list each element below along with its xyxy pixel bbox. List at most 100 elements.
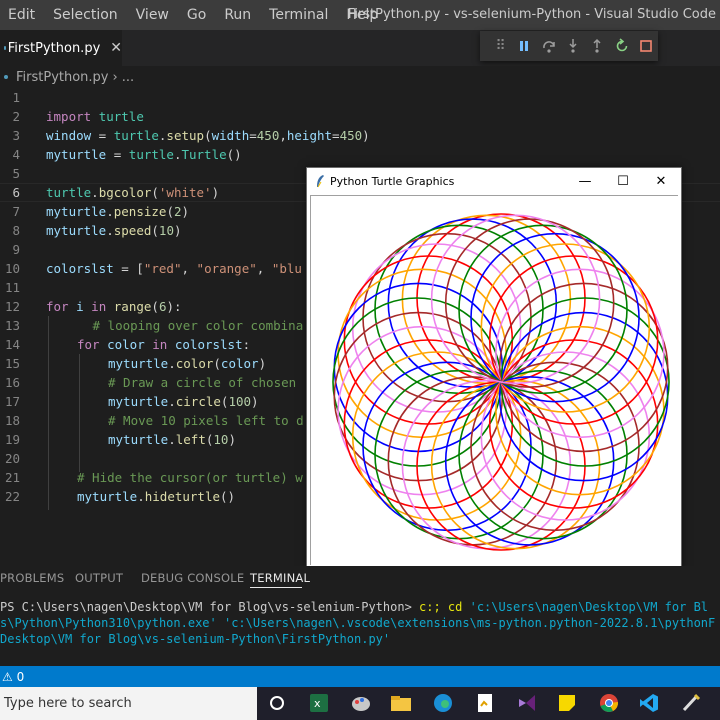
code-token: 10 (213, 432, 229, 447)
code-token: Turtle (181, 147, 227, 162)
code-token: () (226, 147, 242, 162)
code-line[interactable]: 1 (0, 88, 720, 107)
code-token: 450 (256, 128, 280, 143)
debug-toolbar: ⠿ (480, 31, 658, 61)
code-token: "orange" (196, 261, 257, 276)
restart-button[interactable] (609, 35, 633, 57)
code-text: import turtle (46, 109, 144, 124)
maximize-button[interactable]: ☐ (603, 168, 643, 194)
turtle-graphics-window[interactable]: Python Turtle Graphics — ☐ ✕ (306, 167, 682, 567)
line-number: 21 (4, 470, 20, 485)
window-title: FirstPython.py - vs-selenium-Python - Vi… (347, 7, 716, 22)
menu-terminal[interactable]: Terminal (260, 7, 337, 23)
tab-debug-console[interactable]: DEBUG CONSOLE (141, 571, 244, 585)
code-text: myturtle.left(10) (108, 432, 236, 447)
code-text: myturtle.hideturtle() (77, 489, 235, 504)
breadcrumb-more[interactable]: ... (122, 70, 134, 85)
menu-go[interactable]: Go (178, 7, 215, 23)
terminal-arg: 'c:\Users\nagen\Desktop\VM for Bl (469, 600, 709, 614)
taskbar-search-box[interactable]: Type here to search (0, 687, 257, 720)
code-token: 'white' (158, 185, 212, 200)
code-token: ( (213, 356, 221, 371)
svg-text:x: x (314, 697, 321, 710)
paint-icon[interactable] (350, 692, 372, 714)
visual-studio-icon[interactable] (516, 692, 538, 714)
code-token: 2 (173, 204, 182, 219)
code-token: "red" (143, 261, 182, 276)
code-text: for color in colorslst: (77, 337, 250, 352)
code-token: pensize (113, 204, 167, 219)
breadcrumb-file[interactable]: FirstPython.py (16, 70, 109, 85)
code-token: . (106, 204, 114, 219)
turtle-title-bar[interactable]: Python Turtle Graphics — ☐ ✕ (307, 168, 681, 194)
code-token: = [ (113, 261, 144, 276)
terminal-output[interactable]: PS C:\Users\nagen\Desktop\VM for Blog\vs… (0, 596, 720, 666)
step-over-button[interactable] (537, 35, 561, 57)
step-into-button[interactable] (561, 35, 585, 57)
menu-selection[interactable]: Selection (44, 7, 127, 23)
tab-firstpython[interactable]: FirstPython.py ✕ (0, 30, 122, 66)
chrome-icon[interactable] (598, 692, 620, 714)
code-token: ) (362, 128, 370, 143)
task-view-icon[interactable] (266, 692, 288, 714)
menu-run[interactable]: Run (215, 7, 260, 23)
document-icon[interactable] (474, 692, 496, 714)
line-number: 6 (12, 185, 20, 200)
code-text: # Move 10 pixels left to d (108, 413, 304, 428)
sticky-notes-icon[interactable] (556, 692, 578, 714)
tab-terminal[interactable]: TERMINAL (250, 571, 310, 585)
line-number: 4 (12, 147, 20, 162)
code-text: window = turtle.setup(width=450,height=4… (46, 128, 370, 143)
code-token: width (211, 128, 250, 143)
tab-close-icon[interactable]: ✕ (110, 40, 122, 56)
code-text: # Hide the cursor(or turtle) w (77, 470, 303, 485)
code-token: # looping over color combina (92, 318, 304, 333)
breadcrumb-separator: › (112, 69, 118, 85)
line-number: 11 (4, 280, 20, 295)
code-line[interactable]: 3 window = turtle.setup(width=450,height=… (0, 126, 720, 145)
code-token: ) (258, 356, 267, 371)
problems-count[interactable]: ⚠ 0 (2, 670, 24, 684)
code-token: , (181, 261, 197, 276)
close-button[interactable]: ✕ (641, 168, 681, 194)
menu-edit[interactable]: Edit (0, 7, 44, 23)
code-token: myturtle (108, 356, 169, 371)
search-placeholder: Type here to search (4, 696, 132, 711)
code-text: # Draw a circle of chosen (108, 375, 296, 390)
pause-button[interactable] (512, 35, 536, 57)
terminal-line-2: s\Python\Python310\python.exe' 'c:\Users… (0, 616, 716, 630)
panel-tab-bar: PROBLEMS OUTPUT DEBUG CONSOLE TERMINAL (0, 566, 720, 590)
python-idle-icon[interactable] (680, 692, 702, 714)
code-token: = (332, 128, 340, 143)
code-token: for (77, 337, 100, 352)
code-token: speed (113, 223, 152, 238)
code-token: ) (251, 394, 259, 409)
code-text: for i in range(6): (46, 299, 182, 314)
file-explorer-icon[interactable] (390, 692, 412, 714)
code-token: setup (166, 128, 205, 143)
excel-icon[interactable]: x (308, 692, 330, 714)
code-token: ( (166, 204, 174, 219)
code-text: myturtle.pensize(2) (46, 204, 189, 219)
vscode-icon[interactable] (638, 692, 660, 714)
code-text: colorslst = ["red", "orange", "blu (46, 261, 302, 276)
step-out-icon (593, 38, 601, 53)
step-out-button[interactable] (585, 35, 609, 57)
stop-button[interactable] (634, 35, 658, 57)
edge-icon[interactable] (432, 692, 454, 714)
code-token: ) (211, 185, 220, 200)
tab-problems[interactable]: PROBLEMS (0, 571, 64, 585)
line-number: 18 (4, 413, 20, 428)
line-number: 9 (12, 242, 20, 257)
minimize-button[interactable]: — (565, 168, 605, 194)
code-token: turtle (46, 185, 92, 200)
code-line[interactable]: 4 myturtle = turtle.Turtle() (0, 145, 720, 164)
code-text: turtle.bgcolor('white') (46, 185, 219, 200)
tab-output[interactable]: OUTPUT (75, 571, 123, 585)
menu-view[interactable]: View (127, 7, 178, 23)
code-line[interactable]: 2 import turtle (0, 107, 720, 126)
drag-grip-icon[interactable]: ⠿ (488, 35, 512, 57)
turtle-drawing (332, 213, 670, 551)
